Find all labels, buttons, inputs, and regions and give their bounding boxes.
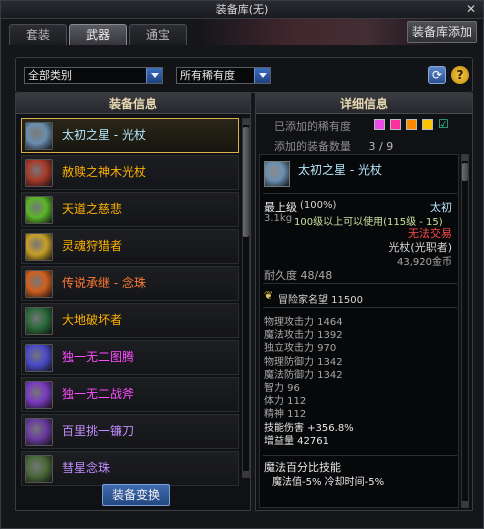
weapon-icon <box>25 233 53 261</box>
weapon-icon <box>25 159 53 187</box>
rarity-swatch-epic <box>374 119 385 130</box>
tab-set[interactable]: 套装 <box>9 24 67 45</box>
detail-panel: 详细信息 已添加的稀有度 ☑ 添加的装备数量 3 / 9 太初之星 - 光杖 最… <box>255 93 473 511</box>
scroll-thumb[interactable] <box>462 163 468 181</box>
equipment-list-item[interactable]: 大地破坏者 <box>21 303 239 338</box>
category-select[interactable]: 全部类别 <box>24 67 163 84</box>
weapon-icon <box>25 344 53 372</box>
divider <box>263 307 457 308</box>
equipment-list-item[interactable]: 太初之星 - 光杖 <box>21 118 239 153</box>
weapon-icon <box>25 455 53 483</box>
close-icon[interactable]: ✕ <box>464 2 478 16</box>
refresh-icon[interactable]: ⟳ <box>428 66 446 84</box>
chevron-down-icon[interactable] <box>146 68 162 83</box>
equipment-list-item[interactable]: 独一无二战斧 <box>21 377 239 412</box>
chevron-down-icon[interactable] <box>254 68 270 83</box>
rarity-swatch-mythic <box>422 119 433 130</box>
detail-scrollbar[interactable] <box>461 154 469 508</box>
weapon-icon <box>25 196 53 224</box>
detail-item-name: 太初之星 - 光杖 <box>298 163 382 177</box>
rarity-select-value: 所有稀有度 <box>180 69 235 82</box>
weapon-icon <box>25 307 53 335</box>
weapon-icon <box>25 418 53 446</box>
weapon-icon <box>25 122 53 150</box>
skill-line: 魔法值-5% 冷却时间-5% <box>272 477 385 488</box>
fame-icon: ❦ <box>264 289 274 302</box>
list-scrollbar[interactable] <box>242 118 250 478</box>
weapon-icon <box>25 381 53 409</box>
added-rarity-label: 已添加的稀有度 <box>274 120 351 133</box>
equipment-name: 太初之星 - 光杖 <box>62 128 146 142</box>
equipment-list-item[interactable]: 灵魂狩猎者 <box>21 229 239 264</box>
equipment-list-panel: 装备信息 太初之星 - 光杖 赦赎之神木光杖 天道之慈悲灵魂狩猎者传说承继 - 念珠… <box>15 93 251 511</box>
rarity-swatch-legendary <box>390 119 401 130</box>
added-count-value: 3 / 9 <box>368 140 394 153</box>
add-to-storage-button[interactable]: 装备库添加 <box>407 21 477 43</box>
equipment-name: 百里挑一镰刀 <box>62 424 135 438</box>
grade-percent: (100%) <box>300 200 337 211</box>
staff-icon <box>264 161 290 187</box>
equipment-name: 彗星念珠 <box>62 461 111 475</box>
equipment-name: 独一无二战斧 <box>62 387 135 401</box>
added-rarity-row: 已添加的稀有度 ☑ <box>274 117 464 133</box>
filter-bar: 全部类别 所有稀有度 ⟳ ? <box>15 57 473 93</box>
divider <box>263 193 457 194</box>
equipment-list-item[interactable]: 传说承继 - 念珠 <box>21 266 239 301</box>
added-count-row: 添加的装备数量 3 / 9 <box>274 138 393 154</box>
window-titlebar[interactable]: 装备库(无) ✕ <box>1 1 483 19</box>
fame-text: 冒险家名望 11500 <box>278 295 363 306</box>
scroll-up-icon[interactable] <box>243 119 249 125</box>
equipment-list-item[interactable]: 赦赎之神木光杖 <box>21 155 239 190</box>
header-decoration <box>199 19 439 45</box>
weight-text: 3.1kg <box>264 213 293 224</box>
category-select-value: 全部类别 <box>28 69 72 82</box>
equipment-list-item[interactable]: 天道之慈悲 <box>21 192 239 227</box>
equipment-name: 赦赎之神木光杖 <box>62 165 147 179</box>
equipment-list: 太初之星 - 光杖 赦赎之神木光杖 天道之慈悲灵魂狩猎者传说承继 - 念珠 大地破坏者… <box>21 118 239 488</box>
equipment-list-header: 装备信息 <box>16 94 250 114</box>
equipment-name: 大地破坏者 <box>62 313 123 327</box>
item-detail-card: 太初之星 - 光杖 最上级 (100%) 太初 3.1kg 100级以上可以使用… <box>259 154 459 508</box>
equipment-storage-window: 装备库(无) ✕ 套装 武器 通宝 装备库添加 全部类别 所有稀有度 ⟳ ? 装… <box>0 0 484 529</box>
tab-currency[interactable]: 通宝 <box>129 24 187 45</box>
item-price: 43,920金币 <box>397 257 452 268</box>
equip-swap-button[interactable]: 装备变换 <box>102 484 170 506</box>
equipment-name: 天道之慈悲 <box>62 202 123 216</box>
tab-weapon[interactable]: 武器 <box>69 24 127 45</box>
scroll-up-icon[interactable] <box>462 155 468 161</box>
equipment-name: 传说承继 - 念珠 <box>62 276 146 290</box>
equipment-list-item[interactable]: 百里挑一镰刀 <box>21 414 239 449</box>
stat-line: 增益量 42761 <box>264 435 329 447</box>
weapon-icon <box>25 270 53 298</box>
help-icon[interactable]: ? <box>451 66 469 84</box>
scroll-down-icon[interactable] <box>243 471 249 477</box>
rarity-swatch-unique <box>406 119 417 130</box>
scroll-down-icon[interactable] <box>462 501 468 507</box>
equipment-name: 独一无二图腾 <box>62 350 135 364</box>
scroll-thumb[interactable] <box>243 127 249 237</box>
check-icon: ☑ <box>438 117 449 131</box>
equipment-list-item[interactable]: 独一无二图腾 <box>21 340 239 375</box>
equipment-list-item[interactable]: 彗星念珠 <box>21 451 239 486</box>
equipment-name: 灵魂狩猎者 <box>62 239 123 253</box>
rarity-select[interactable]: 所有稀有度 <box>176 67 271 84</box>
detail-header: 详细信息 <box>256 94 472 114</box>
added-count-label: 添加的装备数量 <box>274 140 351 153</box>
divider <box>263 283 457 284</box>
durability-text: 耐久度 48/48 <box>264 269 333 282</box>
divider <box>263 455 457 456</box>
window-title: 装备库(无) <box>215 3 269 16</box>
